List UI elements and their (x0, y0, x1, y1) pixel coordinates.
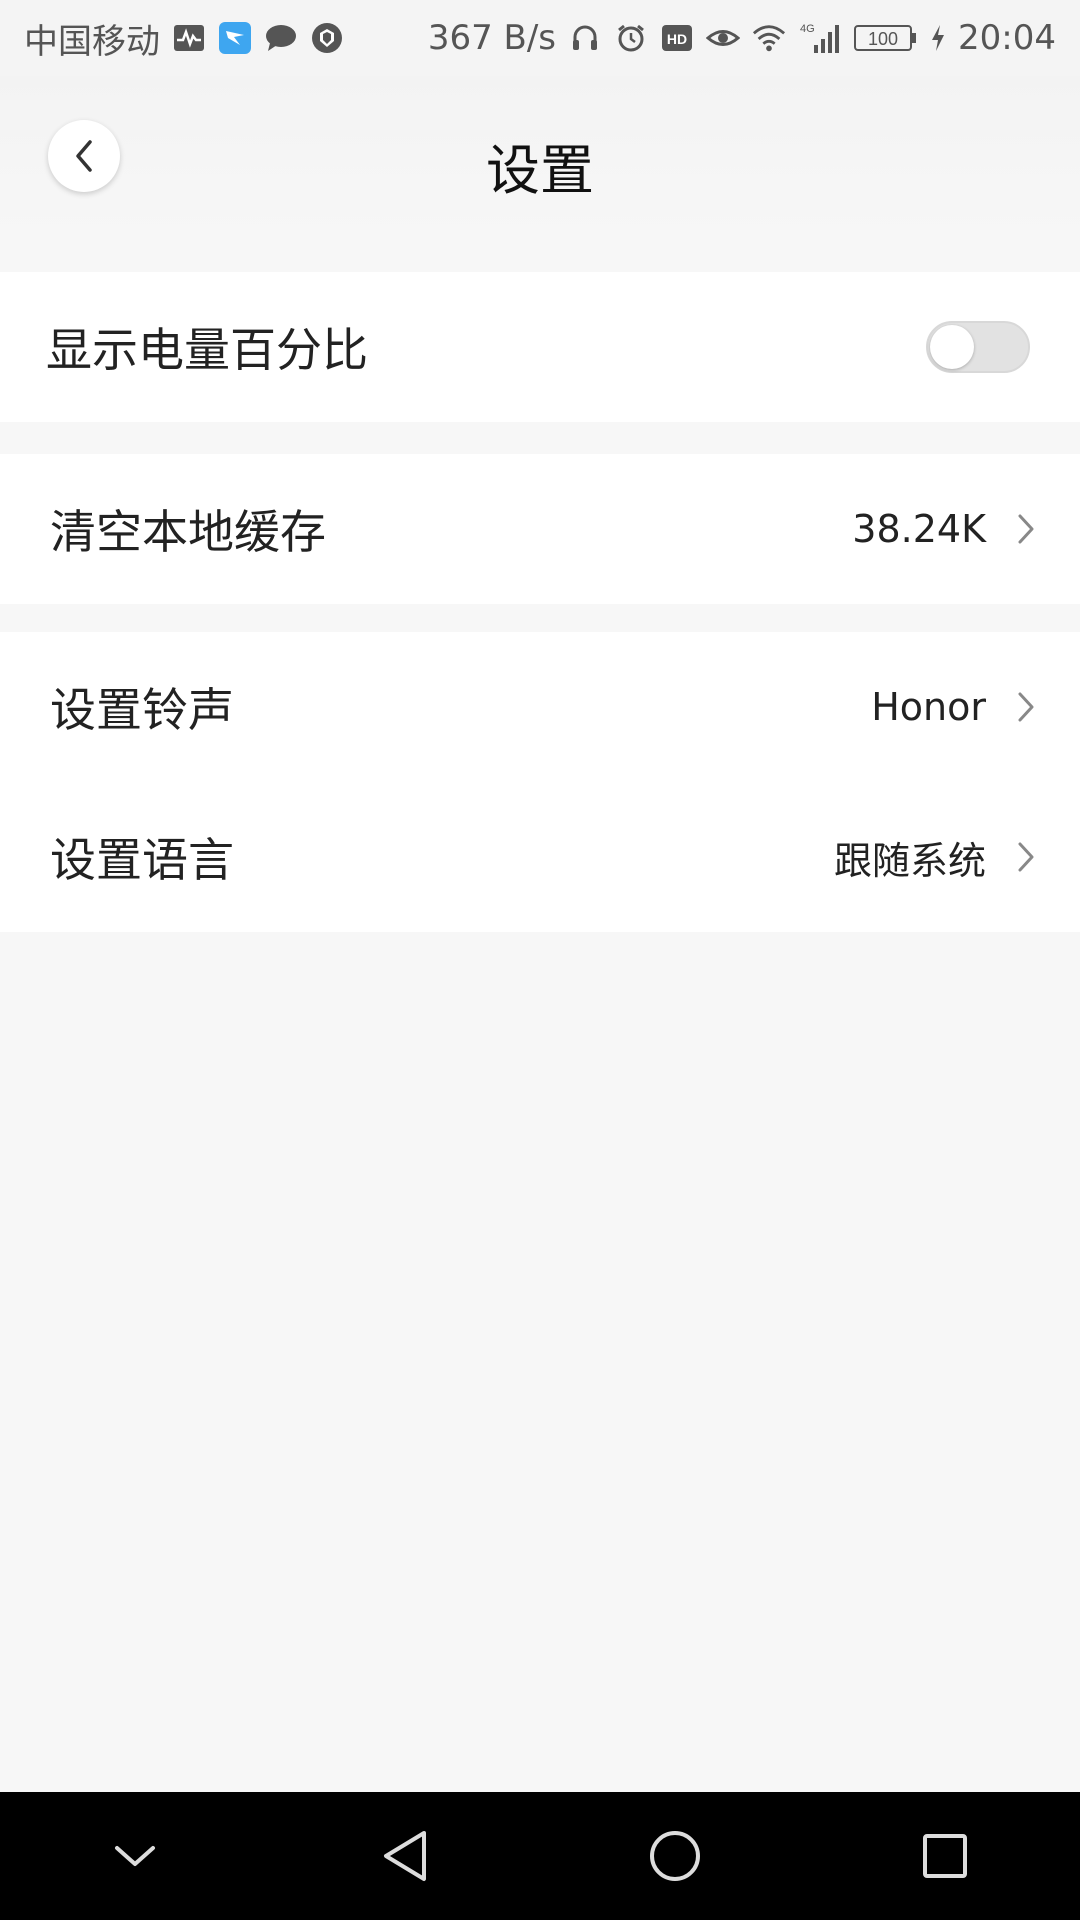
app-header: 设置 (0, 76, 1080, 236)
chevron-right-icon (1016, 840, 1036, 874)
hd-icon: HD (660, 21, 694, 55)
battery-icon: 100 (854, 21, 918, 55)
status-bar-right: 367 B/s HD 4G 100 20:04 (428, 18, 1056, 58)
battery-percent-label: 显示电量百分比 (46, 323, 368, 377)
svg-text:4G: 4G (800, 23, 815, 35)
wifi-icon (752, 21, 786, 55)
charging-icon (930, 21, 946, 55)
settings-group-display: 显示电量百分比 (0, 272, 1080, 422)
back-icon (384, 1831, 426, 1881)
activity-icon (172, 21, 206, 55)
signal-icon: 4G (798, 21, 842, 55)
settings-group-storage: 清空本地缓存 38.24K (0, 454, 1080, 604)
shield-icon (310, 21, 344, 55)
language-row[interactable]: 设置语言 跟随系统 (0, 782, 1080, 932)
clear-cache-label: 清空本地缓存 (50, 505, 326, 559)
clear-cache-right: 38.24K (852, 507, 1036, 551)
page-title: 设置 (486, 139, 594, 202)
language-label: 设置语言 (50, 833, 234, 887)
battery-percent-toggle[interactable] (926, 321, 1030, 373)
alarm-icon (614, 21, 648, 55)
settings-group-preferences: 设置铃声 Honor 设置语言 跟随系统 (0, 632, 1080, 932)
language-right: 跟随系统 (834, 830, 1036, 885)
clock: 20:04 (958, 18, 1056, 58)
battery-percent-row: 显示电量百分比 (0, 272, 1080, 422)
headphones-icon (568, 21, 602, 55)
home-icon (650, 1831, 700, 1881)
chevron-right-icon (1016, 512, 1036, 546)
toggle-knob (930, 325, 974, 369)
system-nav-bar (0, 1792, 1080, 1920)
battery-level: 100 (868, 29, 898, 49)
ringtone-right: Honor (871, 685, 1036, 729)
eye-icon (706, 21, 741, 55)
message-icon (264, 21, 298, 55)
svg-text:HD: HD (667, 31, 687, 47)
ringtone-label: 设置铃声 (50, 683, 234, 737)
ringtone-row[interactable]: 设置铃声 Honor (0, 632, 1080, 782)
chevron-right-icon (1016, 690, 1036, 724)
carrier-name: 中国移动 (24, 21, 160, 62)
back-nav-button[interactable] (365, 1816, 445, 1896)
language-value: 跟随系统 (833, 838, 986, 883)
ringtone-value: Honor (871, 685, 986, 729)
recents-icon (923, 1834, 967, 1878)
clear-cache-row[interactable]: 清空本地缓存 38.24K (0, 454, 1080, 604)
cache-size-value: 38.24K (852, 507, 986, 551)
recents-nav-button[interactable] (905, 1816, 985, 1896)
collapse-nav-button[interactable] (95, 1816, 175, 1896)
collapse-icon (115, 1846, 155, 1866)
network-speed: 367 B/s (427, 18, 557, 58)
status-bar-left: 中国移动 (24, 14, 344, 63)
app-notification-icon (218, 21, 252, 55)
home-nav-button[interactable] (635, 1816, 715, 1896)
status-bar: 中国移动 367 B/s HD 4G 100 20:04 (0, 0, 1080, 76)
